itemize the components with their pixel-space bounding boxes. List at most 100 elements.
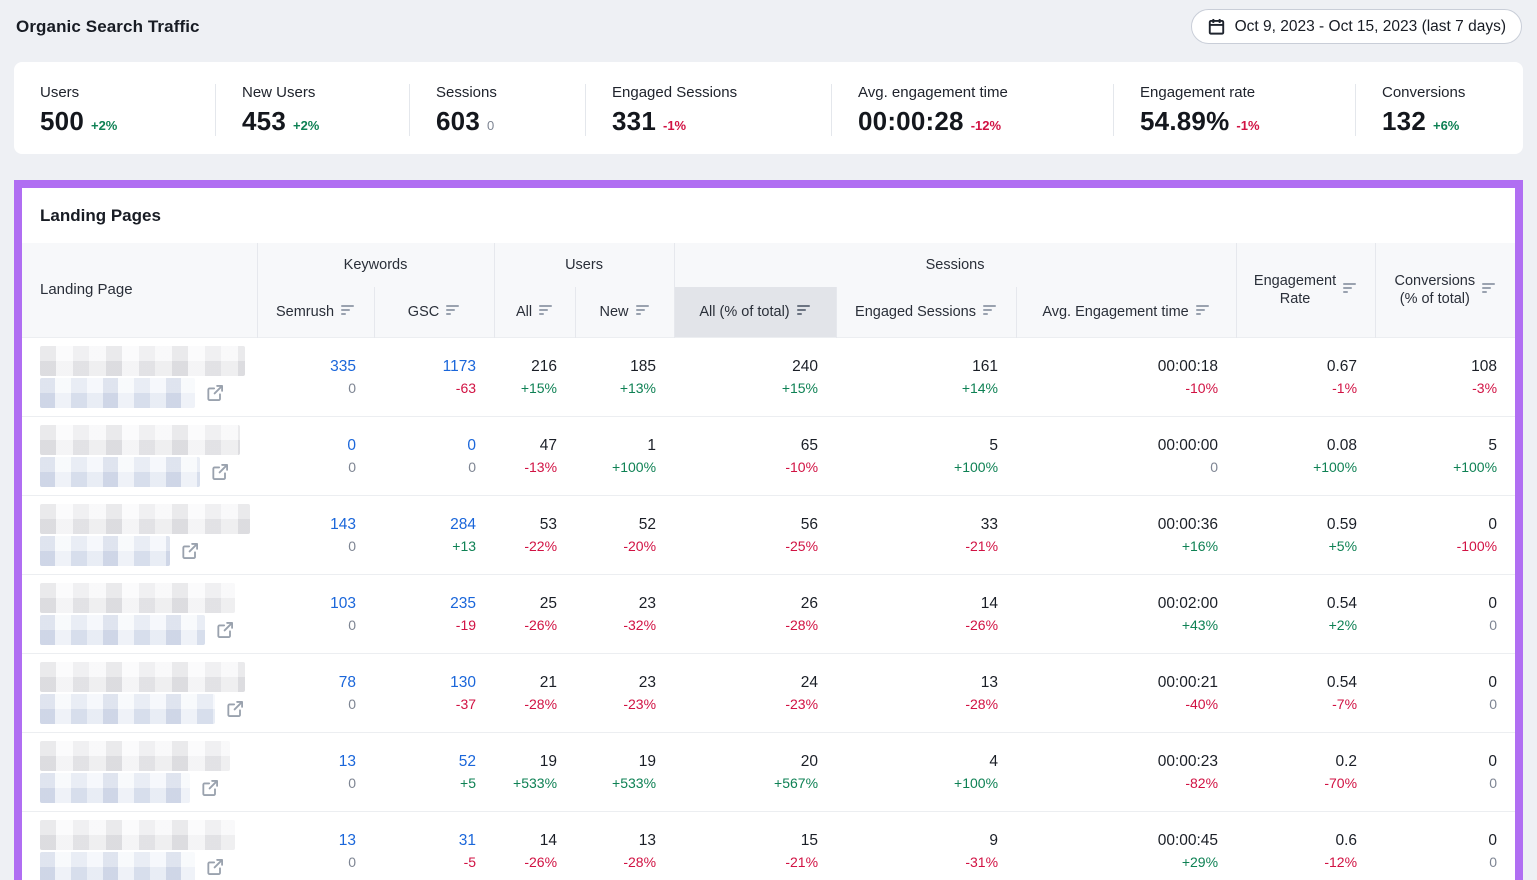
users-new-cell: 1+100%	[575, 416, 674, 495]
conversions-cell: 5+100%	[1375, 416, 1515, 495]
column-header-sessions-all[interactable]: All (% of total)	[674, 287, 836, 337]
conversions-cell: 108-3%	[1375, 337, 1515, 416]
conversions-cell: 00	[1375, 653, 1515, 732]
date-range-picker[interactable]: Oct 9, 2023 - Oct 15, 2023 (last 7 days)	[1191, 9, 1522, 44]
column-header-semrush[interactable]: Semrush	[257, 287, 374, 337]
users-all-cell: 53-22%	[494, 495, 575, 574]
engagement-rate-cell: 0.59+5%	[1236, 495, 1375, 574]
external-link-icon[interactable]	[200, 778, 220, 798]
landing-pages-title: Landing Pages	[22, 188, 1515, 243]
redacted-landing-page-title	[40, 504, 250, 534]
metric-engaged-sessions: Engaged Sessions 331-1%	[585, 84, 831, 136]
external-link-icon[interactable]	[215, 620, 235, 640]
metric-label: Avg. engagement time	[858, 84, 1103, 101]
landing-page-cell	[22, 653, 257, 732]
redacted-landing-page-title	[40, 741, 230, 771]
table-row: 1030 235-19 25-26% 23-32% 26-28% 14-26% …	[22, 574, 1515, 653]
external-link-icon[interactable]	[205, 857, 225, 877]
metric-label: Engagement rate	[1140, 84, 1345, 101]
metric-delta: +2%	[91, 118, 117, 133]
metric-delta: -12%	[971, 118, 1001, 133]
engagement-rate-cell: 0.6-12%	[1236, 811, 1375, 880]
landing-page-cell	[22, 574, 257, 653]
sort-icon	[983, 304, 997, 320]
external-link-icon[interactable]	[180, 541, 200, 561]
semrush-keywords-cell[interactable]: 130	[257, 811, 374, 880]
calendar-icon	[1207, 17, 1226, 36]
metric-conversions: Conversions 132+6%	[1355, 84, 1523, 136]
table-row: 130 52+5 19+533% 19+533% 20+567% 4+100% …	[22, 732, 1515, 811]
redacted-landing-page-title	[40, 346, 245, 376]
gsc-keywords-cell[interactable]: 52+5	[374, 732, 494, 811]
semrush-keywords-cell[interactable]: 1030	[257, 574, 374, 653]
semrush-keywords-cell[interactable]: 780	[257, 653, 374, 732]
gsc-keywords-cell[interactable]: 1173-63	[374, 337, 494, 416]
redacted-landing-page-url	[40, 615, 205, 645]
sessions-all-cell: 15-21%	[674, 811, 836, 880]
users-new-cell: 52-20%	[575, 495, 674, 574]
semrush-keywords-cell[interactable]: 00	[257, 416, 374, 495]
redacted-landing-page-url	[40, 378, 195, 408]
table-row: 780 130-37 21-28% 23-23% 24-23% 13-28% 0…	[22, 653, 1515, 732]
sort-icon	[446, 304, 460, 320]
column-header-users-all[interactable]: All	[494, 287, 575, 337]
sort-icon	[797, 304, 811, 320]
gsc-keywords-cell[interactable]: 284+13	[374, 495, 494, 574]
landing-page-cell	[22, 811, 257, 880]
metric-delta: -1%	[1236, 118, 1259, 133]
metric-label: Conversions	[1382, 84, 1513, 101]
column-header-users-new[interactable]: New	[575, 287, 674, 337]
external-link-icon[interactable]	[210, 462, 230, 482]
metric-value: 54.89%	[1140, 106, 1229, 137]
redacted-landing-page-url	[40, 773, 190, 803]
gsc-keywords-cell[interactable]: 130-37	[374, 653, 494, 732]
engaged-sessions-cell: 161+14%	[836, 337, 1016, 416]
gsc-keywords-cell[interactable]: 00	[374, 416, 494, 495]
conversions-cell: 00	[1375, 811, 1515, 880]
engaged-sessions-cell: 5+100%	[836, 416, 1016, 495]
sort-icon	[539, 304, 553, 320]
landing-page-cell	[22, 337, 257, 416]
external-link-icon[interactable]	[225, 699, 245, 719]
users-new-cell: 23-23%	[575, 653, 674, 732]
redacted-landing-page-title	[40, 662, 245, 692]
column-header-engagement-rate[interactable]: EngagementRate	[1236, 243, 1375, 337]
metric-new-users: New Users 453+2%	[215, 84, 409, 136]
sessions-all-cell: 56-25%	[674, 495, 836, 574]
metric-value: 453	[242, 106, 286, 137]
external-link-icon[interactable]	[205, 383, 225, 403]
metric-avg-engagement-time: Avg. engagement time 00:00:28-12%	[831, 84, 1113, 136]
sort-icon	[1482, 282, 1496, 298]
semrush-keywords-cell[interactable]: 3350	[257, 337, 374, 416]
column-group-keywords: Keywords	[257, 243, 494, 287]
metric-label: New Users	[242, 84, 399, 101]
sessions-all-cell: 240+15%	[674, 337, 836, 416]
column-header-engaged-sessions[interactable]: Engaged Sessions	[836, 287, 1016, 337]
avg-engagement-time-cell: 00:00:18-10%	[1016, 337, 1236, 416]
gsc-keywords-cell[interactable]: 31-5	[374, 811, 494, 880]
metric-label: Sessions	[436, 84, 575, 101]
semrush-keywords-cell[interactable]: 1430	[257, 495, 374, 574]
metric-users: Users 500+2%	[14, 84, 215, 136]
sessions-all-cell: 20+567%	[674, 732, 836, 811]
table-row: 3350 1173-63 216+15% 185+13% 240+15% 161…	[22, 337, 1515, 416]
users-all-cell: 25-26%	[494, 574, 575, 653]
column-header-avg-engagement-time[interactable]: Avg. Engagement time	[1016, 287, 1236, 337]
engagement-rate-cell: 0.08+100%	[1236, 416, 1375, 495]
landing-page-cell	[22, 732, 257, 811]
column-group-users: Users	[494, 243, 674, 287]
semrush-keywords-cell[interactable]: 130	[257, 732, 374, 811]
conversions-cell: 0-100%	[1375, 495, 1515, 574]
redacted-landing-page-url	[40, 536, 170, 566]
redacted-landing-page-url	[40, 457, 200, 487]
date-range-label: Oct 9, 2023 - Oct 15, 2023 (last 7 days)	[1235, 18, 1506, 36]
engaged-sessions-cell: 33-21%	[836, 495, 1016, 574]
redacted-landing-page-url	[40, 852, 195, 880]
gsc-keywords-cell[interactable]: 235-19	[374, 574, 494, 653]
engagement-rate-cell: 0.54+2%	[1236, 574, 1375, 653]
metric-delta: -1%	[663, 118, 686, 133]
column-header-conversions[interactable]: Conversions(% of total)	[1375, 243, 1515, 337]
conversions-cell: 00	[1375, 574, 1515, 653]
column-header-gsc[interactable]: GSC	[374, 287, 494, 337]
landing-pages-table: Landing Page Keywords Users Sessions Eng…	[22, 243, 1515, 880]
